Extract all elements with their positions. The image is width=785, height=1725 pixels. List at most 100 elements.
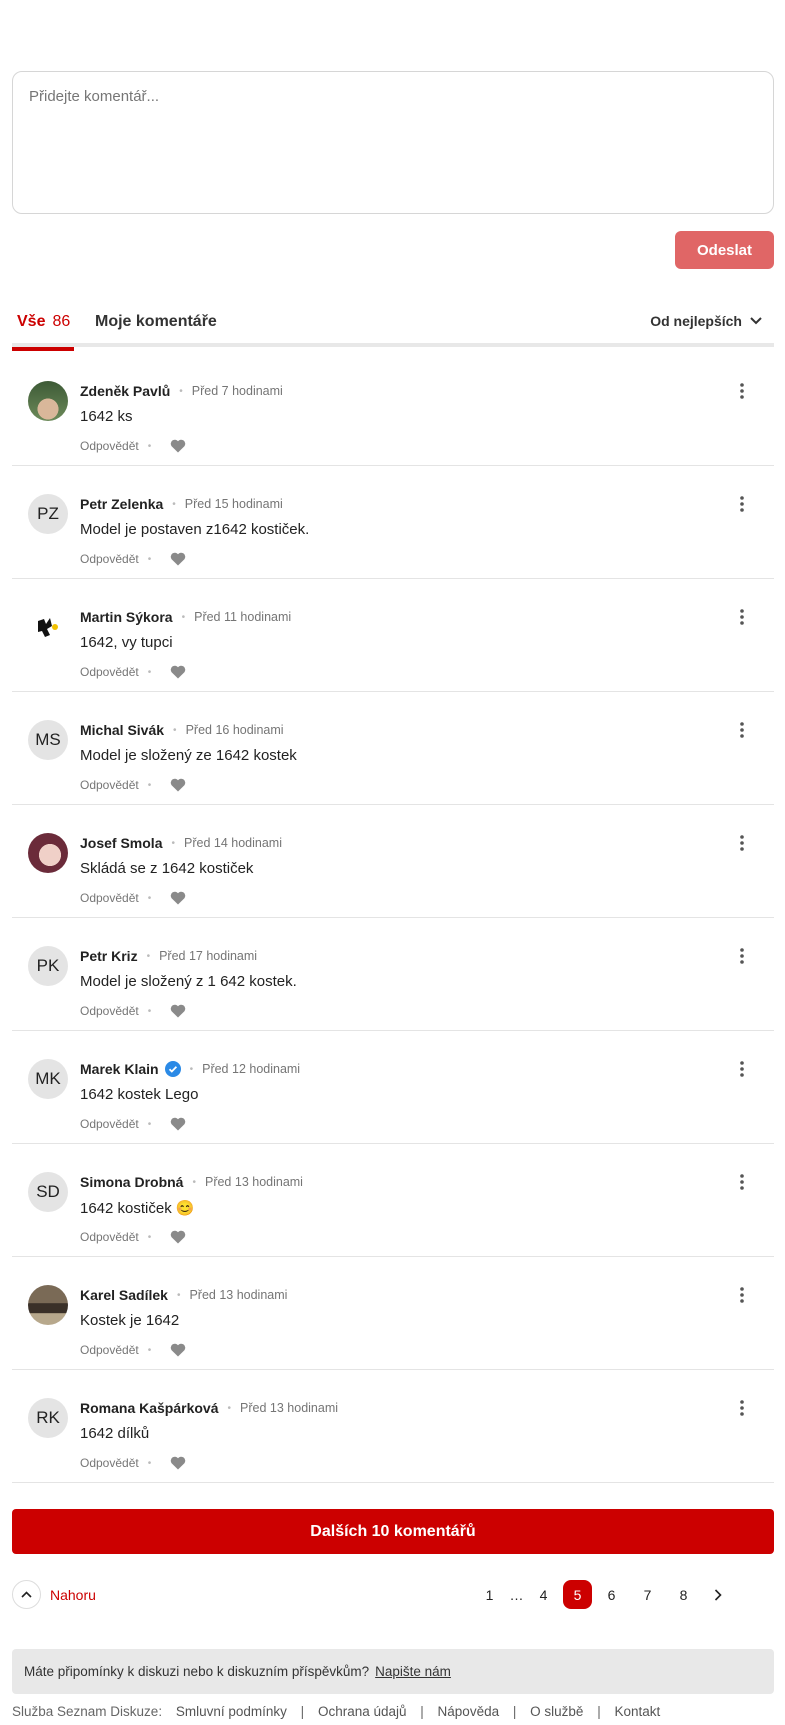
- avatar[interactable]: SD: [28, 1172, 68, 1212]
- comment-author[interactable]: Simona Drobná: [80, 1174, 183, 1190]
- comment-author[interactable]: Josef Smola: [80, 835, 162, 851]
- sort-label: Od nejlepších: [650, 313, 742, 329]
- avatar[interactable]: RK: [28, 1398, 68, 1438]
- chevron-right-icon: [714, 1588, 722, 1601]
- comment-author[interactable]: Zdeněk Pavlů: [80, 383, 170, 399]
- reply-button[interactable]: Odpovědět: [80, 1456, 139, 1470]
- footer-link-about[interactable]: O službě: [530, 1704, 583, 1719]
- more-options-icon[interactable]: [730, 1174, 754, 1198]
- logo-avatar-image: [38, 618, 58, 637]
- avatar[interactable]: [28, 1285, 68, 1325]
- comment-actions: Odpovědět •: [80, 778, 186, 792]
- load-more-button[interactable]: Dalších 10 komentářů: [12, 1509, 774, 1554]
- more-options-icon[interactable]: [730, 496, 754, 520]
- more-options-icon[interactable]: [730, 383, 754, 407]
- chevron-down-icon: [750, 317, 762, 325]
- avatar[interactable]: [28, 381, 68, 421]
- comment-meta: Michal Sivák • Před 16 hodinami: [80, 722, 284, 738]
- more-options-icon[interactable]: [730, 948, 754, 972]
- page-1[interactable]: 1: [475, 1580, 504, 1609]
- separator-dot: •: [189, 1063, 194, 1075]
- footer-separator: |: [420, 1704, 424, 1719]
- reply-button[interactable]: Odpovědět: [80, 891, 139, 905]
- footer-link-privacy[interactable]: Ochrana údajů: [318, 1704, 407, 1719]
- more-options-icon[interactable]: [730, 835, 754, 859]
- back-to-top-link[interactable]: Nahoru: [12, 1580, 96, 1609]
- comment-time: Před 11 hodinami: [194, 610, 292, 624]
- more-options-icon[interactable]: [730, 722, 754, 746]
- comment-author[interactable]: Petr Zelenka: [80, 496, 163, 512]
- comment-text: 1642 ks: [80, 408, 133, 425]
- feedback-link[interactable]: Napište nám: [375, 1664, 451, 1679]
- comment-text: 1642 kostek Lego: [80, 1086, 199, 1103]
- footer-separator: |: [512, 1704, 517, 1719]
- reply-button[interactable]: Odpovědět: [80, 1343, 139, 1357]
- heart-icon[interactable]: [170, 552, 186, 566]
- avatar[interactable]: MK: [28, 1059, 68, 1099]
- reply-button[interactable]: Odpovědět: [80, 1117, 139, 1131]
- heart-icon[interactable]: [170, 1230, 186, 1244]
- more-options-icon[interactable]: [730, 1061, 754, 1085]
- avatar[interactable]: [28, 833, 68, 873]
- separator-dot: •: [147, 779, 152, 791]
- avatar[interactable]: [28, 607, 68, 647]
- footer-link-terms[interactable]: Smluvní podmínky: [176, 1704, 287, 1719]
- avatar[interactable]: MS: [28, 720, 68, 760]
- reply-button[interactable]: Odpovědět: [80, 665, 139, 679]
- page-5-current[interactable]: 5: [563, 1580, 592, 1609]
- comment-time: Před 7 hodinami: [191, 384, 283, 398]
- heart-icon[interactable]: [170, 778, 186, 792]
- more-options-icon[interactable]: [730, 1287, 754, 1311]
- footer-link-help[interactable]: Nápověda: [438, 1704, 500, 1719]
- comment-text: Model je postaven z1642 kostiček.: [80, 521, 310, 538]
- comment-author[interactable]: Michal Sivák: [80, 722, 164, 738]
- heart-icon[interactable]: [170, 1004, 186, 1018]
- avatar[interactable]: PZ: [28, 494, 68, 534]
- sort-dropdown[interactable]: Od nejlepších: [650, 313, 762, 329]
- reply-button[interactable]: Odpovědět: [80, 778, 139, 792]
- reply-button[interactable]: Odpovědět: [80, 1004, 139, 1018]
- heart-icon[interactable]: [170, 665, 186, 679]
- footer-link-contact[interactable]: Kontakt: [614, 1704, 660, 1719]
- page-4[interactable]: 4: [529, 1580, 558, 1609]
- comment-text: Kostek je 1642: [80, 1312, 180, 1329]
- more-options-icon[interactable]: [730, 1400, 754, 1424]
- tab-all-label: Vše: [17, 313, 46, 330]
- comment-actions: Odpovědět •: [80, 891, 186, 905]
- tab-my-comments[interactable]: Moje komentáře: [95, 305, 217, 347]
- verified-icon: [164, 1061, 181, 1077]
- comment-meta: Petr Kriz • Před 17 hodinami: [80, 948, 257, 964]
- comment-author[interactable]: Martin Sýkora: [80, 609, 173, 625]
- heart-icon[interactable]: [170, 1456, 186, 1470]
- comment-time: Před 17 hodinami: [159, 949, 258, 963]
- separator-dot: •: [171, 837, 175, 849]
- feedback-banner: Máte připomínky k diskuzi nebo k diskuzn…: [12, 1649, 774, 1694]
- separator-dot: •: [181, 611, 186, 623]
- comment-author[interactable]: Karel Sadílek: [80, 1287, 168, 1303]
- heart-icon[interactable]: [170, 1117, 186, 1131]
- page-6[interactable]: 6: [597, 1580, 626, 1609]
- tab-all[interactable]: Vše 86: [12, 305, 74, 351]
- more-options-icon[interactable]: [730, 609, 754, 633]
- avatar[interactable]: PK: [28, 946, 68, 986]
- comment-author[interactable]: Marek Klain: [80, 1061, 159, 1077]
- separator-dot: •: [176, 1289, 181, 1301]
- page-8[interactable]: 8: [669, 1580, 698, 1609]
- reply-button[interactable]: Odpovědět: [80, 552, 139, 566]
- comment-author[interactable]: Petr Kriz: [80, 948, 138, 964]
- next-page-button[interactable]: [703, 1580, 732, 1609]
- heart-icon[interactable]: [170, 1343, 186, 1357]
- reply-button[interactable]: Odpovědět: [80, 1230, 139, 1244]
- comment-text: 1642, vy tupci: [80, 634, 173, 651]
- page-7[interactable]: 7: [633, 1580, 662, 1609]
- comment-input[interactable]: [29, 88, 757, 197]
- comment-composer: [12, 71, 774, 214]
- comment-author[interactable]: Romana Kašpárková: [80, 1400, 219, 1416]
- comment-item: MK Marek Klain • Před 12 hodinami 1642 k…: [12, 1031, 774, 1144]
- send-button[interactable]: Odeslat: [675, 231, 774, 269]
- comment-meta: Zdeněk Pavlů • Před 7 hodinami: [80, 383, 283, 399]
- heart-icon[interactable]: [170, 891, 186, 905]
- comment-text: Model je složený z 1 642 kostek.: [80, 973, 297, 990]
- reply-button[interactable]: Odpovědět: [80, 439, 139, 453]
- heart-icon[interactable]: [170, 439, 186, 453]
